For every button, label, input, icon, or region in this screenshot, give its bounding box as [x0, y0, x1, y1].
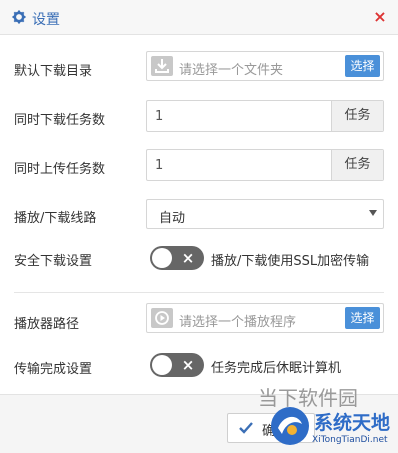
check-icon — [239, 422, 253, 434]
concurrent-upload-unit: 任务 — [331, 150, 383, 180]
toggle-knob — [152, 248, 172, 268]
dropdown-caret-icon — [369, 210, 377, 216]
after-transfer-label: 传输完成设置 — [14, 362, 93, 377]
concurrent-upload-field[interactable]: 1 任务 — [146, 149, 384, 181]
play-icon — [151, 308, 173, 328]
choose-player-button[interactable]: 选择 — [345, 307, 380, 329]
playback-line-value: 自动 — [159, 211, 186, 226]
gear-icon — [12, 10, 26, 24]
player-path-placeholder: 请选择一个播放程序 — [179, 315, 297, 330]
toggle-off-icon: × — [181, 356, 195, 374]
choose-folder-button[interactable]: 选择 — [345, 55, 380, 77]
section-divider — [14, 292, 384, 293]
dialog-title: 设置 — [32, 12, 60, 28]
dialog-titlebar: 设置 × — [0, 0, 398, 35]
watermark-text-brand: 系统天地 — [314, 412, 391, 434]
concurrent-download-field[interactable]: 1 任务 — [146, 100, 384, 132]
playback-line-select[interactable]: 自动 — [146, 199, 384, 229]
download-dir-label: 默认下载目录 — [14, 64, 93, 79]
player-path-field[interactable]: 请选择一个播放程序 选择 — [146, 303, 384, 333]
secure-download-description: 播放/下载使用SSL加密传输 — [211, 254, 370, 269]
playback-line-label: 播放/下载线路 — [14, 211, 97, 226]
secure-download-toggle[interactable]: × — [150, 246, 204, 270]
download-dir-field[interactable]: 请选择一个文件夹 选择 — [146, 51, 384, 81]
after-transfer-description: 任务完成后休眠计算机 — [211, 361, 342, 376]
after-transfer-toggle[interactable]: × — [150, 353, 204, 377]
toggle-off-icon: × — [181, 249, 195, 267]
close-icon[interactable]: × — [371, 7, 389, 27]
concurrent-download-value: 1 — [155, 109, 164, 124]
secure-download-label: 安全下载设置 — [14, 254, 93, 269]
toggle-knob — [152, 355, 172, 375]
concurrent-upload-label: 同时上传任务数 — [14, 162, 106, 177]
watermark-text-url: XiTongTianDi.net — [312, 435, 388, 445]
watermark-logo — [271, 407, 309, 445]
concurrent-download-label: 同时下载任务数 — [14, 113, 106, 128]
concurrent-download-unit: 任务 — [331, 101, 383, 131]
download-icon — [151, 56, 173, 76]
concurrent-upload-value: 1 — [155, 158, 164, 173]
player-path-label: 播放器路径 — [14, 317, 80, 332]
download-dir-placeholder: 请选择一个文件夹 — [179, 63, 284, 78]
